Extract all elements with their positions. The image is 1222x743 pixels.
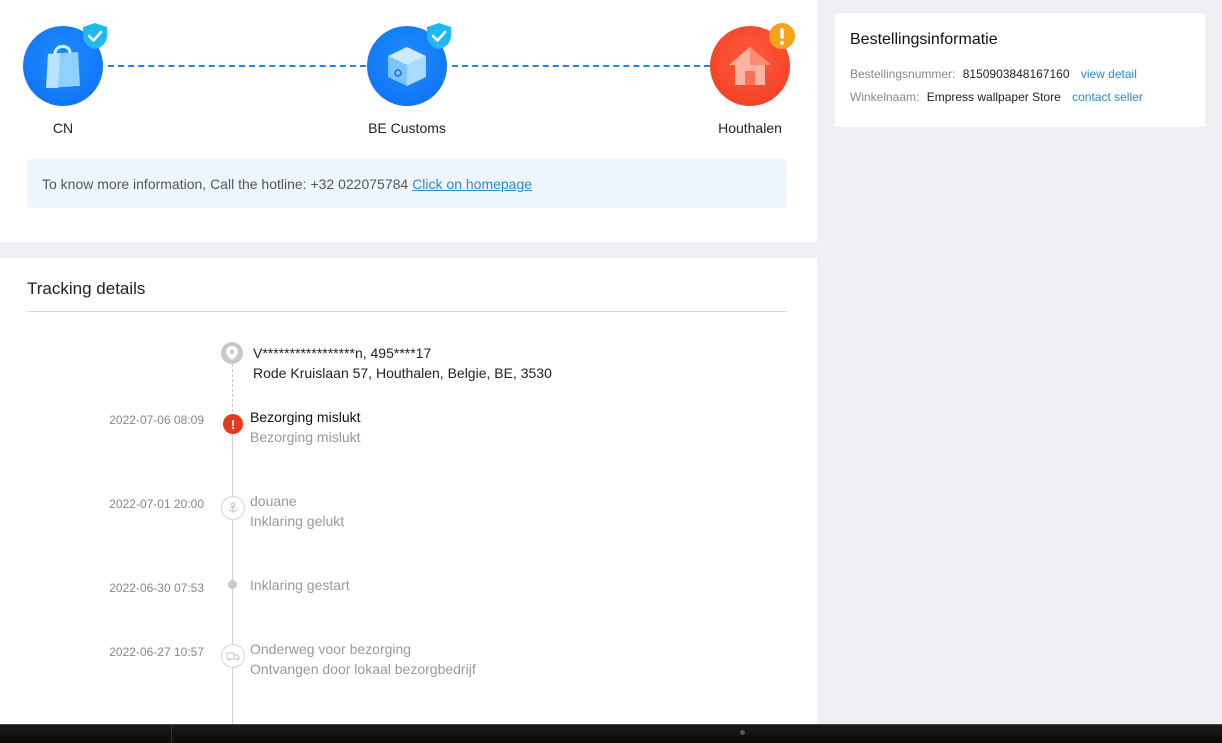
hotline-info-bar: To know more information, Call the hotli… bbox=[27, 159, 787, 208]
timeline-dot bbox=[228, 580, 237, 589]
event-time: 2022-06-27 10:57 bbox=[109, 645, 204, 659]
alert-icon: ! bbox=[223, 414, 243, 434]
customs-anchor-icon bbox=[221, 496, 245, 520]
verified-shield-icon bbox=[83, 23, 107, 49]
hotline-text: To know more information, Call the hotli… bbox=[42, 175, 409, 192]
event-title: Onderweg voor bezorging bbox=[250, 641, 412, 657]
event-desc: Inklaring gelukt bbox=[250, 513, 345, 529]
view-detail-link[interactable]: view detail bbox=[1081, 67, 1137, 81]
delivery-truck-icon bbox=[221, 644, 245, 668]
stage-origin: CN bbox=[23, 23, 107, 136]
order-number-row: Bestellingsnummer: 8150903848167160 view… bbox=[850, 63, 1190, 86]
homepage-link[interactable]: Click on homepage bbox=[412, 176, 532, 192]
location-pin-icon bbox=[221, 342, 243, 364]
taskbar-indicator bbox=[740, 730, 745, 735]
progress-connector bbox=[108, 65, 366, 67]
order-info-title: Bestellingsinformatie bbox=[850, 31, 998, 48]
stage-label: CN bbox=[52, 120, 74, 136]
timeline-connector bbox=[232, 364, 233, 412]
address-recipient: V*****************n, 495****17 bbox=[253, 345, 432, 361]
house-icon bbox=[710, 23, 795, 106]
event-time: 2022-06-30 07:53 bbox=[109, 581, 204, 595]
event-desc: Ontvangen door lokaal bezorgbedrijf bbox=[250, 661, 476, 677]
store-name-value: Empress wallpaper Store bbox=[926, 90, 1061, 104]
event-title: Inklaring gestart bbox=[250, 577, 350, 593]
address-street: Rode Kruislaan 57, Houthalen, Belgie, BE… bbox=[253, 365, 552, 381]
contact-seller-link[interactable]: contact seller bbox=[1072, 90, 1143, 104]
stage-label: Houthalen bbox=[718, 120, 782, 136]
progress-connector bbox=[452, 65, 710, 67]
order-info-card: Bestellingsinformatie Bestellingsnummer:… bbox=[835, 13, 1205, 127]
order-number-value: 8150903848167160 bbox=[962, 67, 1070, 81]
event-desc: Bezorging mislukt bbox=[250, 429, 361, 445]
tracking-title: Tracking details bbox=[27, 279, 146, 298]
taskbar-segment bbox=[0, 725, 172, 743]
shopping-bag-icon bbox=[23, 23, 107, 106]
event-time: 2022-07-06 08:09 bbox=[109, 413, 204, 427]
delivery-address: V*****************n, 495****17 Rode Krui… bbox=[253, 343, 552, 383]
stage-customs: BE Customs bbox=[367, 23, 451, 136]
event-title: douane bbox=[250, 493, 297, 509]
stage-destination: Houthalen bbox=[710, 23, 795, 136]
package-box-icon bbox=[367, 23, 451, 106]
stage-label: BE Customs bbox=[368, 120, 446, 136]
warning-badge-icon bbox=[769, 23, 795, 49]
verified-shield-icon bbox=[427, 23, 451, 49]
store-name-label: Winkelnaam: bbox=[850, 90, 920, 104]
divider bbox=[27, 311, 787, 312]
window-taskbar bbox=[0, 724, 1222, 743]
store-name-row: Winkelnaam: Empress wallpaper Store cont… bbox=[850, 86, 1190, 109]
event-title: Bezorging mislukt bbox=[250, 409, 361, 425]
order-number-label: Bestellingsnummer: bbox=[850, 67, 956, 81]
event-time: 2022-07-01 20:00 bbox=[109, 497, 204, 511]
